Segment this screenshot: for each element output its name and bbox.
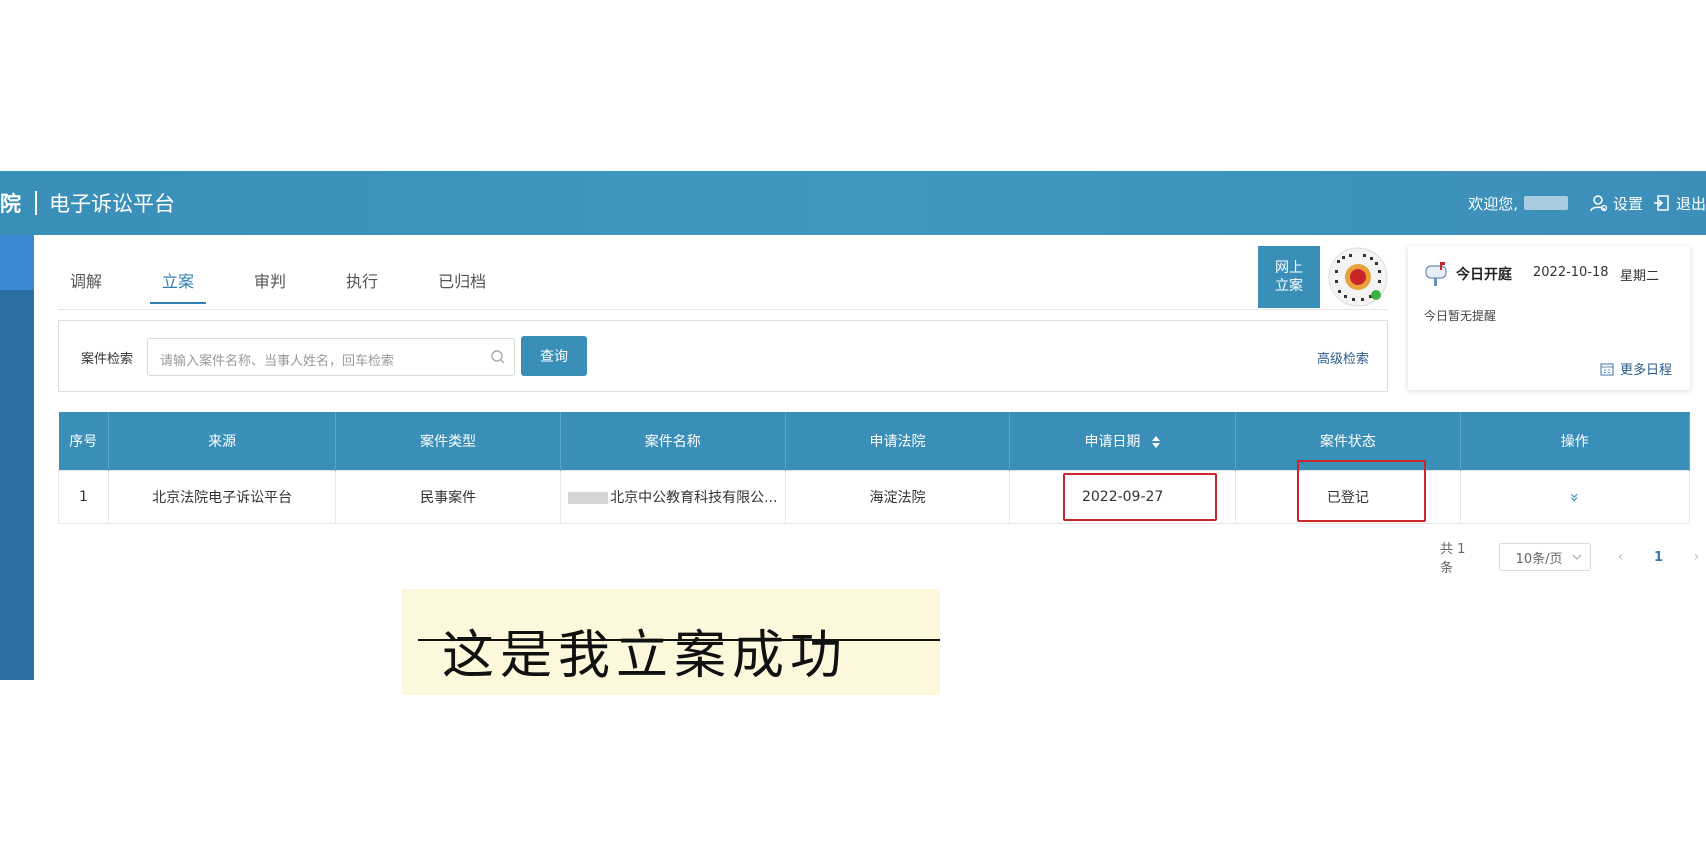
case-search-input[interactable]: 请输入案件名称、当事人姓名，回车检索 [147,338,515,376]
case-table: 序号 来源 案件类型 案件名称 申请法院 申请日期 案件状态 操作 1 北京法院… [58,412,1691,524]
logout-label: 退出 [1675,194,1706,213]
welcome-text: 欢迎您, [1468,194,1518,213]
highlight-status-box [1297,460,1426,522]
case-tabs: 调解 立案 审判 执行 已归档 [58,258,534,310]
brand-divider [35,191,37,215]
user-menu: 欢迎您, 设置 退出 [1468,171,1706,235]
user-gear-icon [1590,195,1608,212]
schedule-date: 2022-10-18 [1533,265,1609,280]
column-header-actions: 操作 [1460,412,1691,471]
online-filing-button[interactable]: 网上 立案 [1258,246,1320,308]
total-count: 共 1 条 [1440,542,1466,576]
highlight-date-box [1063,473,1217,521]
cell-court: 海淀法院 [784,470,1011,524]
top-bar: 院 电子诉讼平台 欢迎您, 设置 退出 [0,171,1706,235]
search-panel: 案件检索 请输入案件名称、当事人姓名，回车检索 查询 高级检索 [58,320,1388,392]
redacted-name-prefix [568,492,609,504]
mailbox-icon [1425,262,1447,286]
redacted-username [1523,196,1568,210]
query-button[interactable]: 查询 [521,336,587,376]
note-text: 这是我立案成功 [442,626,849,686]
more-schedule-link[interactable]: 更多日程 [1600,359,1672,378]
tabs-divider [58,309,1388,310]
cell-type: 民事案件 [335,470,561,524]
settings-label: 设置 [1612,194,1643,213]
schedule-card: 今日开庭 2022-10-18 星期二 今日暂无提醒 更多日程 [1408,246,1690,390]
more-schedule-label: 更多日程 [1619,363,1672,378]
schedule-empty-text: 今日暂无提醒 [1424,309,1497,323]
cell-name: 北京中公教育科技有限公... [559,470,786,524]
tab-archived[interactable]: 已归档 [426,258,498,300]
column-header-source: 来源 [108,412,337,471]
pagination: 共 1 条 10条/页 ‹ 1 › [1440,540,1706,576]
search-icon[interactable] [490,349,506,365]
handwritten-note: 这是我立案成功 [402,589,940,695]
current-page[interactable]: 1 [1646,550,1671,565]
logout-icon [1653,195,1669,211]
search-placeholder: 请输入案件名称、当事人姓名，回车检索 [160,354,395,369]
brand: 院 电子诉讼平台 [0,171,175,235]
cell-action: » [1459,470,1691,524]
online-filing-line2: 立案 [1275,278,1303,294]
calendar-icon [1600,362,1614,376]
column-header-date[interactable]: 申请日期 [1009,412,1237,471]
page-size-value: 10条/页 [1515,551,1563,567]
court-name-fragment: 院 [0,192,21,216]
prev-page-button[interactable]: ‹ [1611,549,1630,565]
tab-mediation[interactable]: 调解 [58,258,114,300]
platform-title: 电子诉讼平台 [49,192,175,216]
settings-button[interactable]: 设置 [1590,193,1643,214]
case-name-text: 北京中公教育科技有限公... [610,490,778,506]
sort-icon[interactable] [1151,435,1161,449]
note-strike-line [418,639,940,641]
page-size-select[interactable]: 10条/页 [1498,543,1592,571]
tab-trial[interactable]: 审判 [242,258,298,300]
next-page-button[interactable]: › [1687,549,1706,565]
sidebar [0,235,34,680]
column-header-type: 案件类型 [335,412,561,471]
search-label: 案件检索 [81,352,134,367]
expand-chevron-icon[interactable]: » [1565,492,1584,502]
advanced-search-link[interactable]: 高级检索 [1317,348,1369,367]
cell-index: 1 [58,470,109,524]
cell-source: 北京法院电子诉讼平台 [107,470,337,524]
qr-code-icon [1328,247,1388,307]
column-header-date-label: 申请日期 [1084,434,1141,450]
tab-filing[interactable]: 立案 [150,258,207,304]
online-filing-line1: 网上 [1275,260,1303,276]
table-header-row: 序号 来源 案件类型 案件名称 申请法院 申请日期 案件状态 操作 [58,412,1691,471]
tab-execution[interactable]: 执行 [334,258,390,300]
schedule-title: 今日开庭 [1456,267,1512,283]
sidebar-active-item[interactable] [0,235,34,290]
logout-button[interactable]: 退出 [1653,193,1706,214]
column-header-court: 申请法院 [785,412,1011,471]
column-header-name: 案件名称 [560,412,786,471]
chevron-down-icon [1572,554,1582,560]
table-row[interactable]: 1 北京法院电子诉讼平台 民事案件 北京中公教育科技有限公... 海淀法院 20… [58,470,1691,524]
schedule-weekday: 星期二 [1620,269,1660,284]
column-header-index: 序号 [58,412,109,471]
